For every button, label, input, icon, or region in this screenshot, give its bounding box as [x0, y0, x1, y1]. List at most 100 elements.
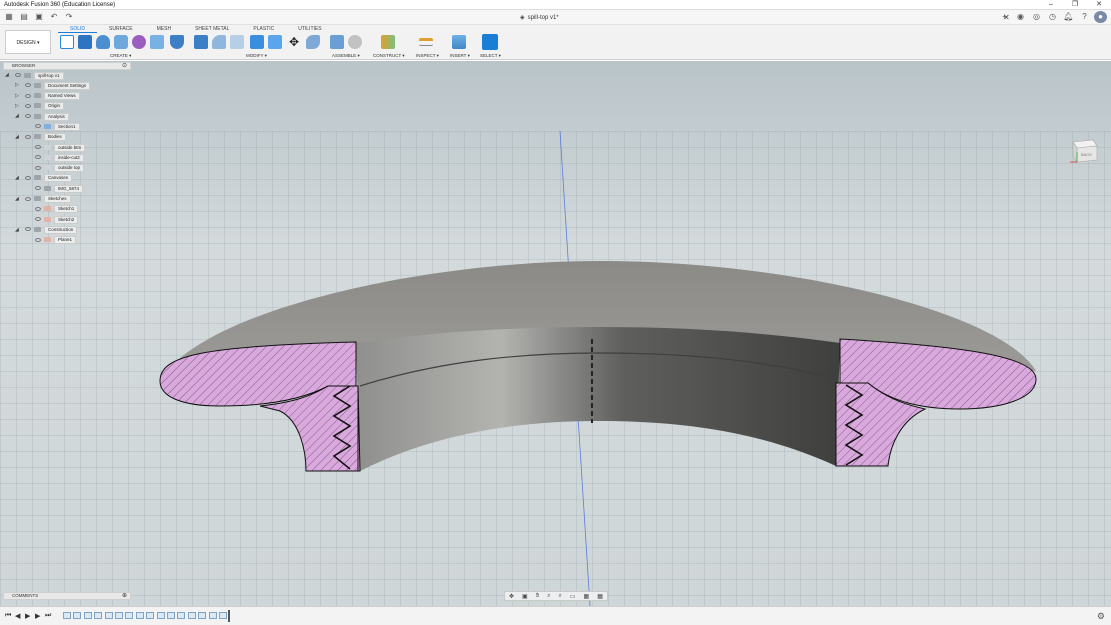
file-menu-icon[interactable]: ▤ [18, 12, 30, 22]
tab-surface[interactable]: SURFACE [97, 26, 145, 33]
browser-item[interactable]: Sketch2 [3, 214, 131, 224]
visibility-eye-icon[interactable] [35, 217, 41, 222]
look-at-icon[interactable]: ▣ [522, 593, 528, 600]
browser-item[interactable]: ◢ Canvases [3, 173, 131, 183]
timeline-first-icon[interactable]: ⏮ [5, 612, 11, 620]
browser-item[interactable]: ▷ Named Views [3, 91, 131, 101]
visibility-eye-icon[interactable] [25, 134, 31, 139]
tab-sheet-metal[interactable]: SHEET METAL [183, 26, 241, 33]
timeline-settings-icon[interactable]: ⚙ [1097, 611, 1105, 622]
create-sketch-icon[interactable] [60, 35, 74, 49]
model-view[interactable] [0, 61, 1111, 606]
assemble-menu[interactable]: ASSEMBLE ▾ [332, 53, 360, 59]
inspect-menu[interactable]: INSPECT ▾ [416, 53, 439, 59]
timeline-feature-icon[interactable] [125, 612, 134, 619]
construct-menu[interactable]: CONSTRUCT ▾ [373, 53, 405, 59]
visibility-eye-icon[interactable] [25, 103, 31, 108]
canvas-viewport[interactable]: BACK [0, 61, 1111, 606]
workspace-switcher[interactable]: DESIGN ▾ [5, 30, 51, 54]
timeline-feature-icon[interactable] [198, 612, 207, 619]
pattern-icon[interactable] [150, 35, 164, 49]
move-icon[interactable]: ✥ [287, 35, 301, 49]
visibility-eye-icon[interactable] [25, 114, 31, 119]
press-pull-icon[interactable] [194, 35, 208, 49]
timeline-marker[interactable] [228, 610, 230, 622]
comments-panel[interactable]: COMMENTS ⊕ [3, 592, 131, 600]
expand-arrow-icon[interactable]: ▷ [15, 93, 19, 99]
viewports-icon[interactable]: ▦ [597, 593, 603, 600]
browser-item[interactable]: Plane1 [3, 235, 131, 245]
timeline-feature-icon[interactable] [115, 612, 123, 619]
close-icon[interactable]: ✕ [1087, 0, 1111, 10]
browser-header[interactable]: BROWSER ⊙ [3, 62, 131, 70]
avatar[interactable]: ● [1094, 11, 1107, 23]
form-icon[interactable] [132, 35, 146, 49]
fit-icon[interactable]: ⌕ [559, 593, 562, 600]
ring-inner-band[interactable] [356, 327, 840, 471]
expand-arrow-icon[interactable]: ◢ [15, 227, 19, 233]
timeline-feature-icon[interactable] [146, 612, 155, 619]
visibility-eye-icon[interactable] [35, 145, 41, 150]
visibility-eye-icon[interactable] [25, 175, 31, 180]
maximize-icon[interactable]: ❐ [1063, 0, 1087, 10]
expand-arrow-icon[interactable]: ◢ [15, 175, 19, 181]
timeline-feature-icon[interactable] [187, 612, 196, 619]
viewcube[interactable]: BACK [1067, 136, 1101, 164]
create-menu[interactable]: CREATE ▾ [110, 53, 131, 59]
browser-item[interactable]: Section1 [3, 121, 131, 131]
timeline-feature-icon[interactable] [177, 612, 186, 619]
document-tab[interactable]: ◈ spill-top v1* [520, 12, 559, 23]
timeline-feature-icon[interactable] [63, 612, 71, 619]
tab-utilities[interactable]: UTILITIES [286, 26, 333, 33]
measure-icon[interactable] [419, 38, 433, 46]
insert-image-icon[interactable] [452, 35, 466, 49]
notifications-icon[interactable]: 🔔︎ [1062, 11, 1075, 23]
browser-item[interactable]: ▷ Origin [3, 101, 131, 111]
browser-item[interactable]: ▷ Document Settings [3, 80, 131, 90]
visibility-eye-icon[interactable] [15, 73, 21, 77]
modify-menu[interactable]: MODIFY ▾ [246, 53, 267, 59]
select-menu[interactable]: SELECT ▾ [480, 53, 501, 59]
chamfer-icon[interactable] [230, 35, 244, 49]
grid-settings-icon[interactable]: ▦ [584, 593, 590, 600]
orbit-icon[interactable]: ✥ [509, 593, 514, 600]
extrude-icon[interactable] [78, 35, 92, 49]
timeline-feature-icon[interactable] [73, 612, 82, 619]
visibility-eye-icon[interactable] [35, 206, 41, 211]
expand-arrow-icon[interactable]: ◢ [5, 72, 9, 78]
shell-icon[interactable] [268, 35, 282, 49]
expand-arrow-icon[interactable]: ◢ [15, 134, 19, 140]
expand-arrow-icon[interactable]: ◢ [15, 196, 19, 202]
browser-pin-icon[interactable]: ⊙ [122, 63, 127, 69]
visibility-eye-icon[interactable] [35, 237, 41, 242]
visibility-eye-icon[interactable] [25, 196, 31, 201]
comments-add-icon[interactable]: ⊕ [122, 593, 127, 599]
visibility-eye-icon[interactable] [35, 186, 41, 191]
tab-plastic[interactable]: PLASTIC [241, 26, 286, 33]
timeline-feature-icon[interactable] [104, 612, 113, 619]
revolve-icon[interactable] [96, 35, 110, 49]
browser-item[interactable]: ◢ Analysis [3, 111, 131, 121]
visibility-eye-icon[interactable] [25, 83, 31, 88]
insert-menu[interactable]: INSERT ▾ [450, 53, 470, 59]
mirror-icon[interactable] [170, 35, 184, 49]
pan-icon[interactable]: ✋︎ [536, 593, 539, 600]
undo-icon[interactable]: ↶ [48, 12, 60, 22]
timeline-last-icon[interactable]: ⏭ [45, 612, 51, 620]
browser-item[interactable]: Sketch1 [3, 204, 131, 214]
visibility-eye-icon[interactable] [25, 227, 31, 232]
visibility-eye-icon[interactable] [35, 155, 41, 160]
timeline-feature-icon[interactable] [219, 612, 227, 619]
timeline-feature-icon[interactable] [94, 612, 103, 619]
new-tab-icon[interactable]: + [998, 11, 1011, 23]
app-grid-icon[interactable]: ▦ [3, 12, 15, 22]
combine-icon[interactable] [250, 35, 264, 49]
visibility-eye-icon[interactable] [25, 93, 31, 98]
visibility-eye-icon[interactable] [35, 124, 41, 129]
help-icon[interactable]: ? [1078, 11, 1091, 23]
select-icon[interactable] [482, 34, 498, 50]
redo-icon[interactable]: ↷ [63, 12, 75, 22]
display-settings-icon[interactable]: ▭ [570, 593, 576, 600]
timeline-next-icon[interactable]: ▶ [35, 612, 40, 620]
new-component-icon[interactable] [330, 35, 344, 49]
